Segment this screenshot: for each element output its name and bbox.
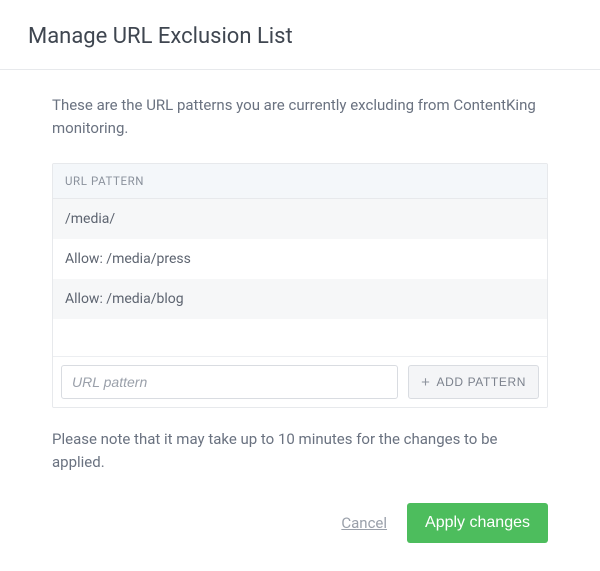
table-row[interactable]: Allow: /media/blog xyxy=(53,279,547,319)
table-row[interactable]: Allow: /media/press xyxy=(53,239,547,279)
dialog-title: Manage URL Exclusion List xyxy=(28,24,572,49)
url-pattern-input[interactable] xyxy=(61,365,398,399)
table-header: URL PATTERN xyxy=(53,164,547,199)
dialog-header: Manage URL Exclusion List xyxy=(0,0,600,70)
add-pattern-label: ADD PATTERN xyxy=(437,375,527,389)
dialog-actions: Cancel Apply changes xyxy=(52,503,548,543)
table-row[interactable]: /media/ xyxy=(53,199,547,239)
intro-text: These are the URL patterns you are curre… xyxy=(52,94,548,139)
add-pattern-row: + ADD PATTERN xyxy=(53,357,547,407)
url-pattern-table: URL PATTERN /media/ Allow: /media/press … xyxy=(52,163,548,408)
table-body: /media/ Allow: /media/press Allow: /medi… xyxy=(53,199,547,319)
table-spacer xyxy=(53,319,547,357)
dialog-content: These are the URL patterns you are curre… xyxy=(0,70,600,571)
apply-changes-button[interactable]: Apply changes xyxy=(407,503,548,543)
add-pattern-button[interactable]: + ADD PATTERN xyxy=(408,365,539,399)
cancel-button[interactable]: Cancel xyxy=(341,514,387,532)
note-text: Please note that it may take up to 10 mi… xyxy=(52,428,548,475)
plus-icon: + xyxy=(421,375,430,390)
